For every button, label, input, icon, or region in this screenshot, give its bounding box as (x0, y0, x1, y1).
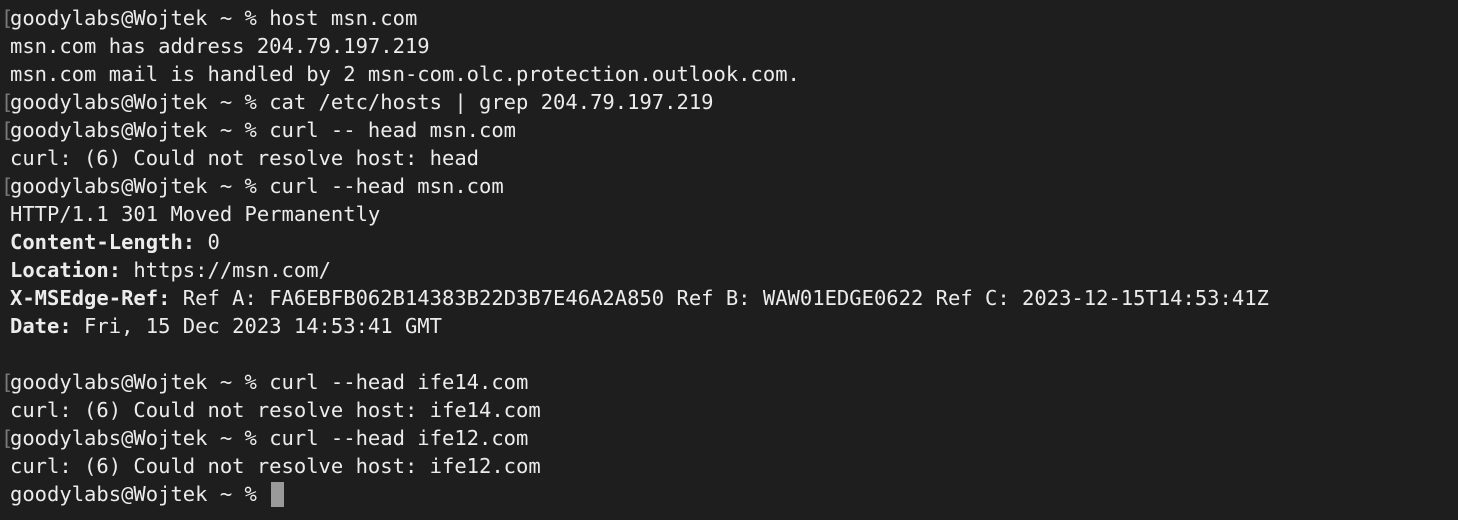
header-value: 0 (195, 230, 220, 254)
command-line: [goodylabs@Wojtek ~ % cat /etc/hosts | g… (0, 88, 1458, 116)
prompt-text: goodylabs@Wojtek ~ % (10, 174, 257, 198)
command-line: [goodylabs@Wojtek ~ % curl --head ife14.… (0, 368, 1458, 396)
output-line: curl: (6) Could not resolve host: head (0, 144, 1458, 172)
command-line: [goodylabs@Wojtek ~ % host msn.com (0, 4, 1458, 32)
http-header-line: Content-Length: 0 (0, 228, 1458, 256)
http-header-line: Date: Fri, 15 Dec 2023 14:53:41 GMT (0, 312, 1458, 340)
mark-bracket-icon: [ (1, 6, 14, 30)
prompt-text: goodylabs@Wojtek ~ % (10, 118, 257, 142)
header-value: Ref A: FA6EBFB062B14383B22D3B7E46A2A850 … (170, 286, 1269, 310)
header-key: Content-Length: (10, 230, 196, 254)
output-text: msn.com mail is handled by 2 msn-com.olc… (10, 62, 800, 86)
output-text: HTTP/1.1 301 Moved Permanently (10, 202, 381, 226)
prompt-text: goodylabs@Wojtek ~ % (10, 426, 257, 450)
prompt-text: goodylabs@Wojtek ~ % (10, 6, 257, 30)
output-line: HTTP/1.1 301 Moved Permanently (0, 200, 1458, 228)
command-text: curl --head ife14.com (269, 370, 529, 394)
mark-bracket-icon: [ (1, 426, 14, 450)
header-key: X-MSEdge-Ref: (10, 286, 171, 310)
output-text: curl: (6) Could not resolve host: head (10, 146, 479, 170)
http-header-line: Location: https://msn.com/ (0, 256, 1458, 284)
command-text: host msn.com (269, 6, 418, 30)
output-line: curl: (6) Could not resolve host: ife14.… (0, 396, 1458, 424)
command-text: curl --head ife12.com (269, 426, 529, 450)
mark-bracket-icon: [ (1, 174, 14, 198)
output-line: msn.com has address 204.79.197.219 (0, 32, 1458, 60)
text-cursor[interactable] (271, 482, 285, 507)
mark-bracket-icon: [ (1, 370, 14, 394)
prompt-text: goodylabs@Wojtek ~ % (10, 370, 257, 394)
output-text: curl: (6) Could not resolve host: ife14.… (10, 398, 541, 422)
command-text: curl -- head msn.com (269, 118, 517, 142)
command-line: [goodylabs@Wojtek ~ % curl -- head msn.c… (0, 116, 1458, 144)
header-key: Date: (10, 314, 72, 338)
output-line: curl: (6) Could not resolve host: ife12.… (0, 452, 1458, 480)
header-value: Fri, 15 Dec 2023 14:53:41 GMT (71, 314, 442, 338)
header-value: https://msn.com/ (121, 258, 331, 282)
command-text: cat /etc/hosts | grep 204.79.197.219 (269, 90, 714, 114)
output-line: msn.com mail is handled by 2 msn-com.olc… (0, 60, 1458, 88)
http-header-line: X-MSEdge-Ref: Ref A: FA6EBFB062B14383B22… (0, 284, 1458, 312)
current-prompt-line[interactable]: goodylabs@Wojtek ~ % (0, 480, 1458, 508)
command-line: [goodylabs@Wojtek ~ % curl --head msn.co… (0, 172, 1458, 200)
terminal-window[interactable]: [goodylabs@Wojtek ~ % host msn.com msn.co… (0, 0, 1458, 520)
output-text: curl: (6) Could not resolve host: ife12.… (10, 454, 541, 478)
mark-bracket-icon: [ (1, 118, 14, 142)
header-key: Location: (10, 258, 122, 282)
prompt-text: goodylabs@Wojtek ~ % (10, 90, 257, 114)
command-text: curl --head msn.com (269, 174, 504, 198)
command-line: [goodylabs@Wojtek ~ % curl --head ife12.… (0, 424, 1458, 452)
mark-bracket-icon: [ (1, 90, 14, 114)
prompt-text: goodylabs@Wojtek ~ % (10, 482, 257, 506)
output-text: msn.com has address 204.79.197.219 (10, 34, 430, 58)
